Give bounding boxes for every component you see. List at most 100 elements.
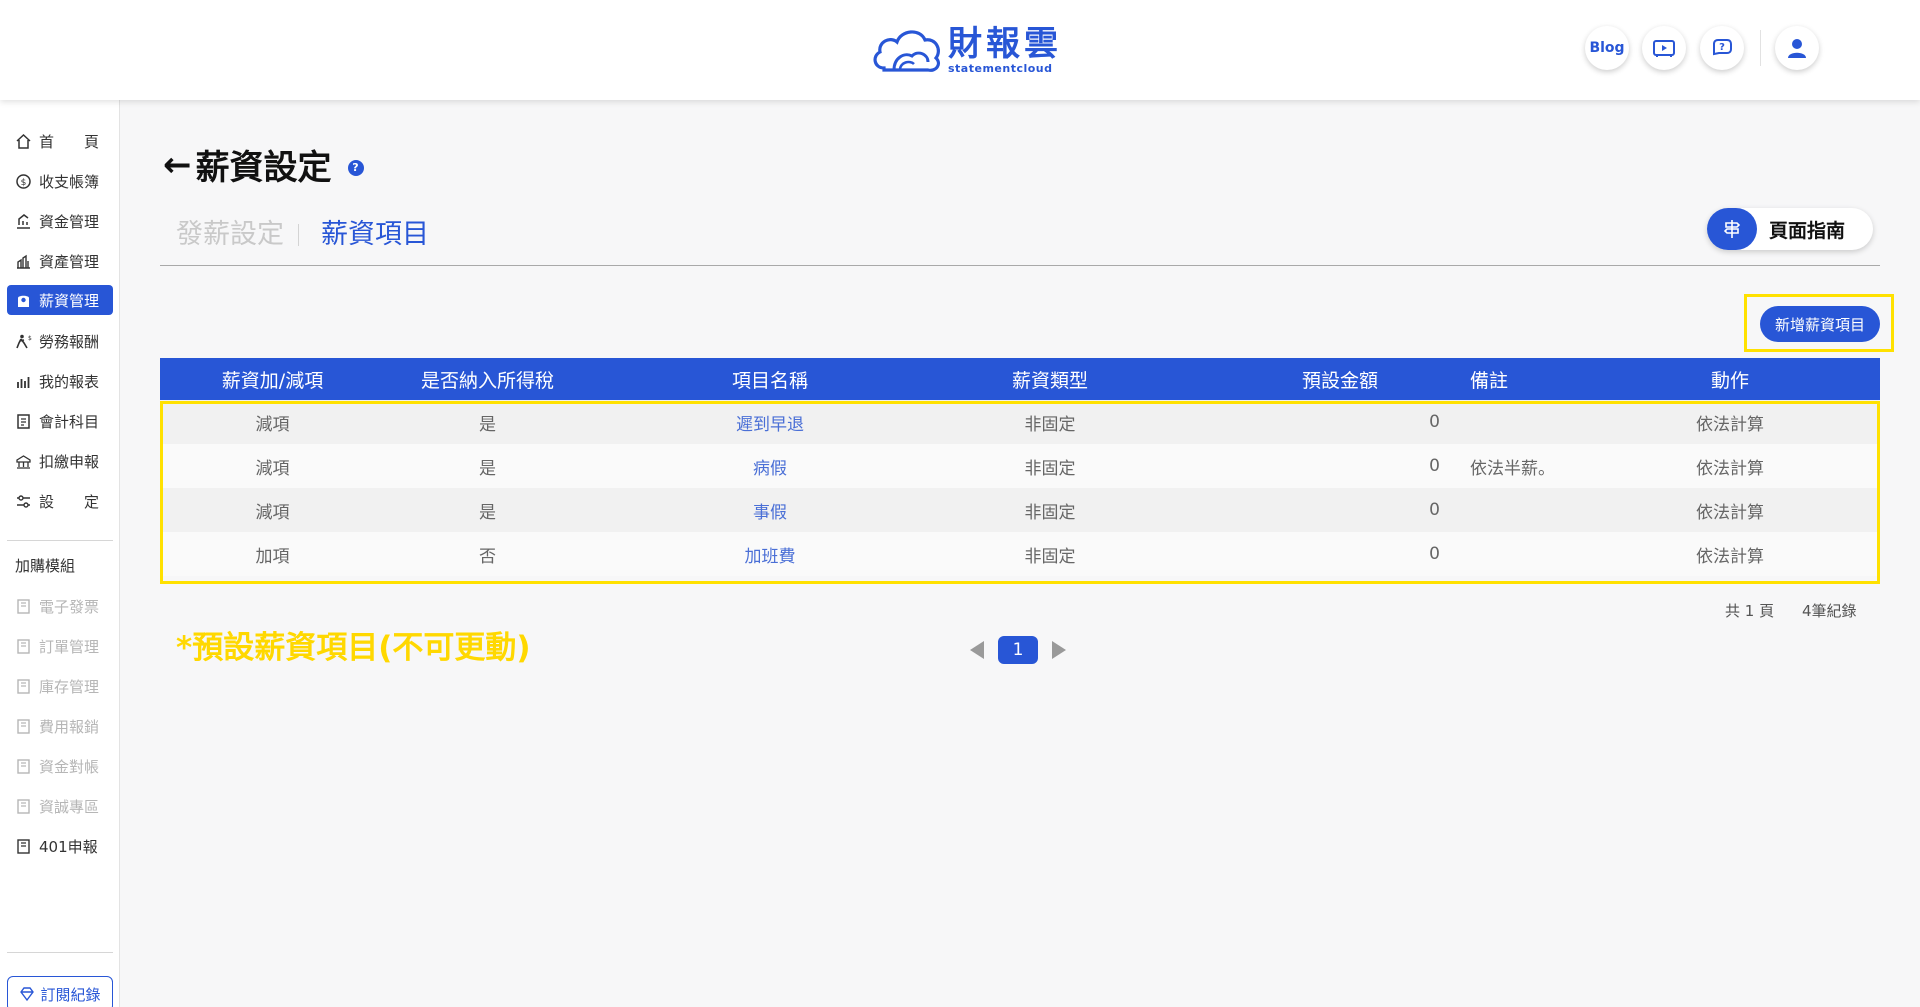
sidebar-item-reconciliation[interactable]: 資金對帳 <box>7 751 113 781</box>
add-salary-item-button[interactable]: 新增薪資項目 <box>1760 306 1880 342</box>
table-row: 減項 是 事假 非固定 0 依法計算 <box>160 488 1880 532</box>
sidebar-item-label: 扣繳申報 <box>39 452 100 471</box>
column-header: 動作 <box>1710 369 1749 392</box>
table-cell: 依法計算 <box>1696 414 1764 435</box>
report-icon <box>17 376 30 388</box>
table-cell: 依法計算 <box>1696 546 1764 567</box>
table-header: 薪資加/減項 是否納入所得稅 項目名稱 薪資類型 預設金額 備註 動作 <box>160 358 1880 400</box>
subscription-label: 訂閱紀錄 <box>40 985 101 1004</box>
sidebar-item-e-invoice[interactable]: 電子發票 <box>7 591 113 621</box>
coin-icon: $ <box>16 173 31 189</box>
sidebar-item-label: 庫存管理 <box>39 677 100 696</box>
table-cell: 是 <box>479 414 496 435</box>
column-header: 預設金額 <box>1301 369 1378 392</box>
sidebar-item-accounts[interactable]: 會計科目 <box>7 406 113 436</box>
tab-salary-items[interactable]: 薪資項目 <box>321 212 429 251</box>
table-row: 加項 否 加班費 非固定 0 依法計算 <box>160 532 1880 576</box>
sidebar-item-label: 資金管理 <box>39 212 100 231</box>
svg-text:?: ? <box>1719 42 1725 53</box>
table-row: 減項 是 遲到早退 非固定 0 依法計算 <box>160 400 1880 444</box>
table-cell: 是 <box>479 502 496 523</box>
sidebar: 首 頁 $ 收支帳簿 資金管理 資產管理 薪資管理 $ 勞務報酬 我的報表 會計… <box>0 100 120 1007</box>
page-guide-label: 頁面指南 <box>1769 219 1846 242</box>
svg-text:$: $ <box>21 178 27 188</box>
page-number-button[interactable]: 1 <box>998 636 1038 664</box>
sidebar-item-expenses[interactable]: 費用報銷 <box>7 711 113 741</box>
salary-items-table: 薪資加/減項 是否納入所得稅 項目名稱 薪資類型 預設金額 備註 動作 減項 是… <box>160 358 1880 576</box>
addon-section-title: 加購模組 <box>15 557 76 575</box>
signpost-icon <box>1707 208 1757 250</box>
sidebar-item-asset[interactable]: 資產管理 <box>7 246 113 276</box>
blog-label: Blog <box>1589 40 1625 56</box>
sidebar-item-label: 費用報銷 <box>39 717 100 736</box>
diamond-icon <box>20 987 35 1002</box>
table-cell: 非固定 <box>1024 546 1076 567</box>
next-page-icon[interactable] <box>1052 641 1066 659</box>
table-cell: 是 <box>479 458 496 479</box>
sidebar-divider <box>7 540 113 541</box>
sidebar-item-label: 首 頁 <box>39 132 100 151</box>
home-icon <box>16 133 31 149</box>
table-cell: 減項 <box>255 414 290 435</box>
record-count-text: 4筆紀錄 <box>1802 602 1857 620</box>
page-guide-button[interactable]: 頁面指南 <box>1707 208 1873 250</box>
item-name-link[interactable]: 遲到早退 <box>590 410 950 435</box>
sidebar-item-home[interactable]: 首 頁 <box>7 126 113 156</box>
sidebar-item-label: 收支帳簿 <box>39 172 100 191</box>
tab-bar: 發薪設定 薪資項目 <box>176 212 429 251</box>
item-name-link[interactable]: 加班費 <box>590 542 950 567</box>
video-book-icon <box>1653 40 1675 57</box>
tutorial-video-button[interactable] <box>1642 26 1686 70</box>
page-title: ← 薪資設定 ? <box>163 140 364 189</box>
logo-english-text: statementcloud <box>948 62 1053 75</box>
column-header: 薪資類型 <box>1011 369 1088 392</box>
table-cell: 減項 <box>255 502 290 523</box>
table-body: 減項 是 遲到早退 非固定 0 依法計算 減項 是 病假 非固定 0 依法半薪。… <box>160 400 1880 576</box>
sidebar-item-inventory[interactable]: 庫存管理 <box>7 671 113 701</box>
table-cell: 減項 <box>255 458 290 479</box>
column-header: 備註 <box>1470 369 1509 392</box>
tab-payroll-settings[interactable]: 發薪設定 <box>176 212 284 251</box>
cloud-logo-icon <box>873 30 941 72</box>
prev-page-icon[interactable] <box>970 641 984 659</box>
sidebar-item-salary[interactable]: 薪資管理 <box>7 285 113 315</box>
sidebar-item-withholding[interactable]: 扣繳申報 <box>7 446 113 476</box>
table-row: 減項 是 病假 非固定 0 依法半薪。 依法計算 <box>160 444 1880 488</box>
logo[interactable]: 財報雲 statementcloud <box>870 22 1062 78</box>
sidebar-item-pwc-zone[interactable]: 資誠專區 <box>7 791 113 821</box>
logo-chinese-text: 財報雲 <box>948 24 1062 64</box>
blog-button[interactable]: Blog <box>1585 26 1629 70</box>
help-icon[interactable]: ? <box>347 159 364 176</box>
module-book-icon <box>17 678 30 694</box>
back-arrow-icon[interactable]: ← <box>163 145 192 185</box>
top-bar: 財報雲 statementcloud Blog ? <box>0 0 1920 100</box>
sidebar-item-fund[interactable]: 資金管理 <box>7 206 113 236</box>
sidebar-item-401-filing[interactable]: 401申報 <box>7 831 113 861</box>
sidebar-item-cashbook[interactable]: $ 收支帳簿 <box>7 166 113 196</box>
module-book-icon <box>17 838 30 854</box>
sidebar-item-label: 資產管理 <box>39 252 100 271</box>
settings-icon <box>17 494 30 508</box>
table-cell: 0 <box>1429 500 1440 520</box>
sidebar-item-label: 電子發票 <box>39 597 100 616</box>
sidebar-item-labor[interactable]: $ 勞務報酬 <box>7 326 113 356</box>
sidebar-divider <box>7 952 113 953</box>
subscription-history-button[interactable]: 訂閱紀錄 <box>7 976 113 1007</box>
user-account-button[interactable] <box>1775 26 1819 70</box>
table-cell: 非固定 <box>1024 458 1076 479</box>
tabs-divider <box>160 265 1880 266</box>
item-name-link[interactable]: 事假 <box>590 498 950 523</box>
sidebar-item-orders[interactable]: 訂單管理 <box>7 631 113 661</box>
table-cell: 否 <box>479 546 496 567</box>
header-divider <box>1760 30 1761 66</box>
table-cell: 非固定 <box>1024 502 1076 523</box>
sidebar-item-reports[interactable]: 我的報表 <box>7 366 113 396</box>
table-cell: 0 <box>1429 412 1440 432</box>
help-chat-icon: ? <box>1713 39 1732 56</box>
support-button[interactable]: ? <box>1700 26 1744 70</box>
table-cell: 依法半薪。 <box>1470 458 1555 479</box>
sidebar-item-label: 我的報表 <box>39 372 100 391</box>
sidebar-item-settings[interactable]: 設 定 <box>7 486 113 516</box>
item-name-link[interactable]: 病假 <box>590 454 950 479</box>
sidebar-item-label: 薪資管理 <box>39 291 100 310</box>
